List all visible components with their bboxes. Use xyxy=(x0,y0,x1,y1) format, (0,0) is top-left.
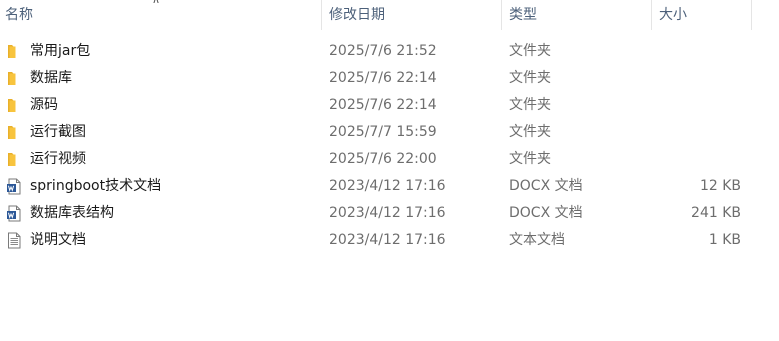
file-size: 1 KB xyxy=(708,232,741,248)
file-date: 2025/7/6 22:14 xyxy=(329,70,437,86)
chevron-up-icon: ∧ xyxy=(152,0,160,7)
column-header-date[interactable]: 修改日期 xyxy=(321,0,501,30)
file-date: 2025/7/6 22:14 xyxy=(329,97,437,113)
file-name: 常用jar包 xyxy=(30,43,91,59)
file-type: 文件夹 xyxy=(509,151,551,167)
column-header-bar: 名称 ∧ 修改日期 类型 大小 xyxy=(0,0,779,30)
file-row[interactable]: 数据库 2025/7/6 22:14 文件夹 xyxy=(0,65,779,92)
file-name: springboot技术文档 xyxy=(30,178,162,194)
file-date: 2023/4/12 17:16 xyxy=(329,205,446,221)
folder-icon xyxy=(6,151,22,168)
file-row[interactable]: 源码 2025/7/6 22:14 文件夹 xyxy=(0,92,779,119)
file-row[interactable]: 运行截图 2025/7/7 15:59 文件夹 xyxy=(0,119,779,146)
file-type: DOCX 文档 xyxy=(509,205,583,221)
file-date: 2025/7/6 22:00 xyxy=(329,151,437,167)
file-date: 2025/7/7 15:59 xyxy=(329,124,437,140)
file-name: 数据库表结构 xyxy=(30,205,114,221)
file-date: 2025/7/6 21:52 xyxy=(329,43,437,59)
file-size: 241 KB xyxy=(691,205,741,221)
file-row[interactable]: 运行视频 2025/7/6 22:00 文件夹 xyxy=(0,146,779,173)
file-date: 2023/4/12 17:16 xyxy=(329,232,446,248)
file-name: 源码 xyxy=(30,97,58,113)
file-type: 文件夹 xyxy=(509,43,551,59)
column-header-type-label: 类型 xyxy=(509,7,537,23)
file-name: 运行截图 xyxy=(30,124,86,140)
file-type: 文件夹 xyxy=(509,124,551,140)
word-doc-icon xyxy=(6,205,22,222)
word-doc-icon xyxy=(6,178,22,195)
column-header-date-label: 修改日期 xyxy=(329,7,385,23)
column-divider[interactable] xyxy=(501,0,502,30)
column-header-type[interactable]: 类型 xyxy=(501,0,651,30)
file-list: 常用jar包 2025/7/6 21:52 文件夹 数据库 2025/7/6 2… xyxy=(0,38,779,254)
file-name: 说明文档 xyxy=(30,232,86,248)
file-row[interactable]: springboot技术文档 2023/4/12 17:16 DOCX 文档 1… xyxy=(0,173,779,200)
file-date: 2023/4/12 17:16 xyxy=(329,178,446,194)
file-type: 文件夹 xyxy=(509,97,551,113)
file-type: 文本文档 xyxy=(509,232,565,248)
file-type: DOCX 文档 xyxy=(509,178,583,194)
column-header-size[interactable]: 大小 xyxy=(651,0,751,30)
file-row[interactable]: 数据库表结构 2023/4/12 17:16 DOCX 文档 241 KB xyxy=(0,200,779,227)
text-file-icon xyxy=(6,232,22,249)
file-type: 文件夹 xyxy=(509,70,551,86)
file-row[interactable]: 说明文档 2023/4/12 17:16 文本文档 1 KB xyxy=(0,227,779,254)
file-explorer: 名称 ∧ 修改日期 类型 大小 常用jar包 2025/7/6 21:52 文件… xyxy=(0,0,779,341)
column-divider[interactable] xyxy=(651,0,652,30)
column-header-name-label: 名称 xyxy=(5,7,33,23)
file-name: 运行视频 xyxy=(30,151,86,167)
folder-icon xyxy=(6,70,22,87)
folder-icon xyxy=(6,43,22,60)
column-divider[interactable] xyxy=(751,0,752,30)
column-header-name[interactable]: 名称 ∧ xyxy=(0,0,321,30)
file-size: 12 KB xyxy=(699,178,741,194)
column-divider[interactable] xyxy=(321,0,322,30)
folder-icon xyxy=(6,124,22,141)
file-row[interactable]: 常用jar包 2025/7/6 21:52 文件夹 xyxy=(0,38,779,65)
folder-icon xyxy=(6,97,22,114)
column-header-size-label: 大小 xyxy=(659,7,687,23)
file-name: 数据库 xyxy=(30,70,72,86)
